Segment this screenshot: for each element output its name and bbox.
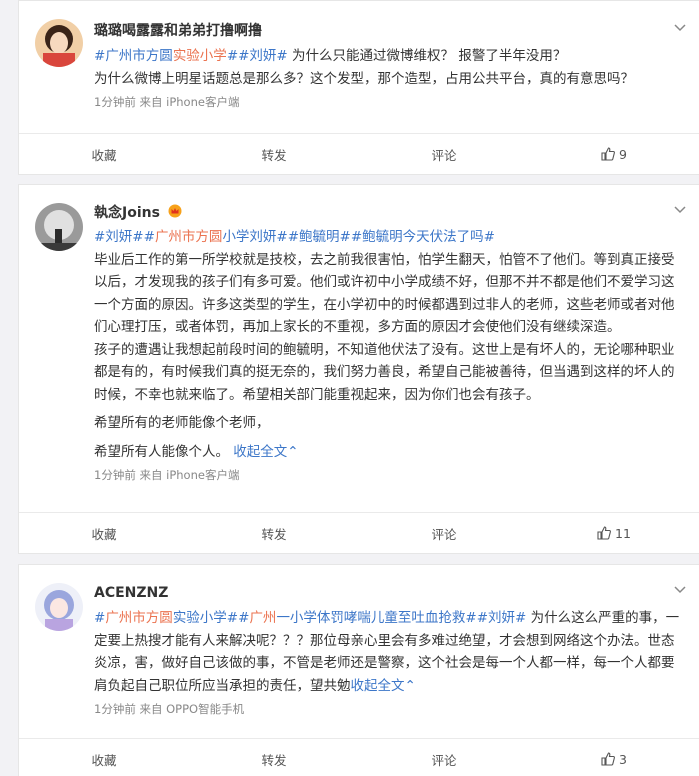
like-count: 3 [619, 751, 627, 767]
post-meta: 1分钟前 来自 OPPO智能手机 [94, 702, 245, 716]
hashtag[interactable]: 广州市方圆 [105, 48, 173, 64]
like-button[interactable]: 11 [529, 513, 699, 553]
post-text: 为什么微博上明星话题总是那么多？这个发型，那个造型，占用公共平台，真的有意思吗？ [94, 70, 634, 87]
hashtags[interactable]: #广州市方圆实验小学##广州一小学体罚哮喘儿童至吐血抢救##刘妍# [94, 610, 526, 626]
thumbs-up-icon [601, 752, 615, 766]
collect-button[interactable]: 收藏 [19, 739, 189, 776]
chevron-down-icon[interactable] [673, 21, 687, 35]
post-text: 毕业后工作的第一所学校就是技校，去之前我很害怕，怕学生翻天，怕管不了他们。等到真… [94, 251, 675, 336]
post-header: 璐璐喝露露和弟弟打撸啊撸 [19, 1, 699, 67]
thumbs-up-icon [597, 526, 611, 540]
post-meta: 1分钟前 来自 iPhone客户端 [94, 95, 240, 109]
post-content: #广州市方圆实验小学##刘妍# 为什么只能通过微博维权？ 报警了半年没用？ 为什… [19, 45, 699, 90]
like-button[interactable]: 9 [529, 134, 699, 174]
weibo-post: 執念Joins #刘妍##广州市方圆小学刘妍##鲍毓明##鲍毓明今天伏法了吗# … [18, 184, 699, 554]
thumbs-up-icon [601, 147, 615, 161]
repost-button[interactable]: 转发 [189, 513, 359, 553]
comment-button[interactable]: 评论 [359, 739, 529, 776]
weibo-post: 璐璐喝露露和弟弟打撸啊撸 #广州市方圆实验小学##刘妍# 为什么只能通过微博维权… [18, 0, 699, 175]
hashtags[interactable]: #刘妍##广州市方圆小学刘妍##鲍毓明##鲍毓明今天伏法了吗# [94, 226, 685, 249]
post-text: 希望所有人能像个人。 [94, 443, 229, 460]
post-content: #广州市方圆实验小学##广州一小学体罚哮喘儿童至吐血抢救##刘妍# 为什么这么严… [19, 607, 699, 697]
action-bar: 收藏 转发 评论 9 [19, 133, 699, 174]
comment-button[interactable]: 评论 [359, 513, 529, 553]
avatar[interactable] [35, 203, 83, 251]
post-text: 孩子的遭遇让我想起前段时间的鲍毓明，不知道他伏法了没有。这世上是有坏人的，无论哪… [94, 341, 675, 403]
avatar[interactable] [35, 583, 83, 631]
action-bar: 收藏 转发 评论 11 [19, 512, 699, 553]
post-header: 執念Joins [19, 185, 699, 251]
comment-button[interactable]: 评论 [359, 134, 529, 174]
avatar[interactable] [35, 19, 83, 67]
collapse-link[interactable]: 收起全文⌃ [351, 678, 416, 694]
chevron-down-icon[interactable] [673, 203, 687, 217]
chevron-down-icon[interactable] [673, 583, 687, 597]
post-meta: 1分钟前 来自 iPhone客户端 [94, 468, 240, 482]
like-count: 9 [619, 146, 627, 162]
collect-button[interactable]: 收藏 [19, 134, 189, 174]
action-bar: 收藏 转发 评论 3 [19, 738, 699, 776]
post-text: 希望所有的老师能像个老师， [94, 415, 270, 431]
collapse-link[interactable]: 收起全文⌃ [233, 444, 298, 460]
username[interactable]: ACENZNZ [94, 565, 699, 603]
username[interactable]: 執念Joins [94, 185, 699, 223]
hashtag[interactable]: 实验小学 [173, 48, 227, 64]
like-button[interactable]: 3 [529, 739, 699, 776]
post-content: #刘妍##广州市方圆小学刘妍##鲍毓明##鲍毓明今天伏法了吗# 毕业后工作的第一… [19, 226, 699, 463]
like-count: 11 [615, 525, 631, 541]
post-text: 为什么只能通过微博维权？ 报警了半年没用？ [287, 48, 567, 64]
repost-button[interactable]: 转发 [189, 134, 359, 174]
hashtag[interactable]: # [94, 48, 105, 64]
hashtag[interactable]: ##刘妍# [227, 48, 288, 64]
weibo-post: ACENZNZ #广州市方圆实验小学##广州一小学体罚哮喘儿童至吐血抢救##刘妍… [18, 564, 699, 776]
collect-button[interactable]: 收藏 [19, 513, 189, 553]
repost-button[interactable]: 转发 [189, 739, 359, 776]
post-header: ACENZNZ [19, 565, 699, 631]
vip-crown-icon [168, 204, 182, 218]
username[interactable]: 璐璐喝露露和弟弟打撸啊撸 [94, 1, 699, 41]
